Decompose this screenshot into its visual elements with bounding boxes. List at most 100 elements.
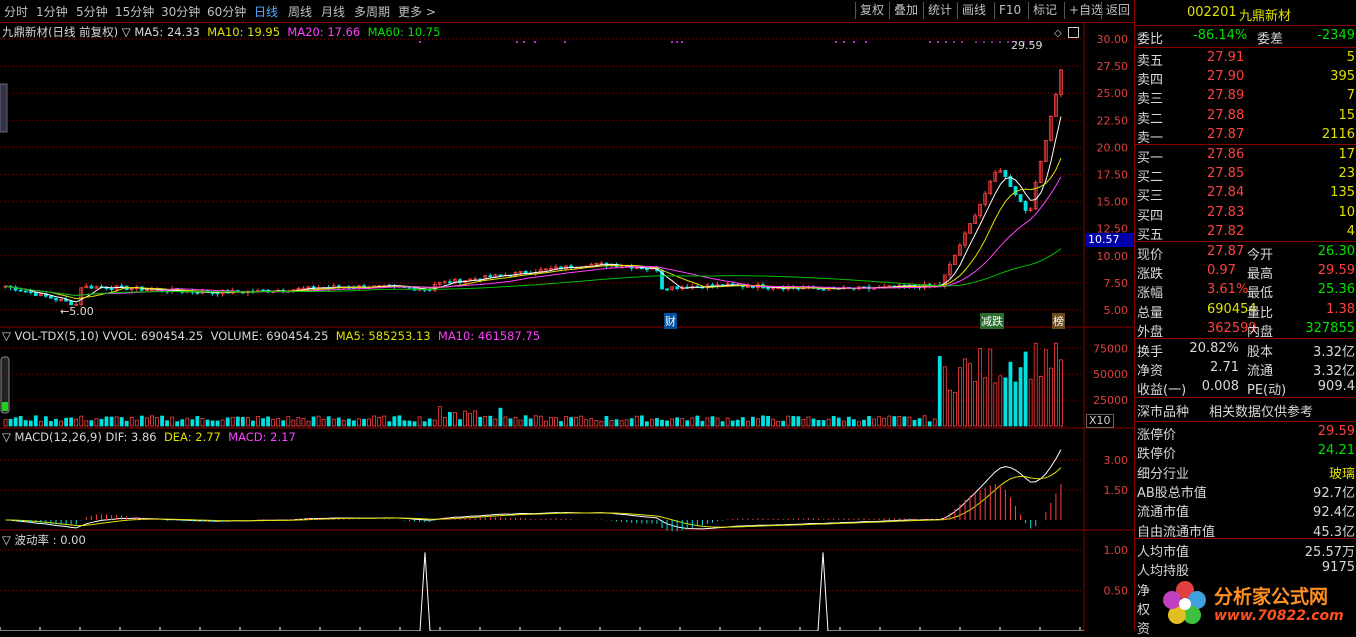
stat-label: 涨幅 (1137, 286, 1164, 302)
volume-bar (988, 348, 993, 427)
volume-bar (215, 420, 220, 427)
ask-row: 卖四 27.90 395 (1135, 68, 1356, 88)
y-tick-label: 25.00 (1097, 87, 1129, 100)
reduce-marker[interactable]: 减跌 (980, 313, 1004, 329)
volume-bar (8, 418, 13, 427)
volume-bar (1028, 378, 1033, 427)
volume-bar (498, 407, 503, 427)
volume-bar (513, 416, 518, 427)
volume-bar (38, 420, 43, 427)
mark-button[interactable]: 标记 (1028, 2, 1061, 19)
candle-body (1018, 194, 1023, 202)
bid-label: 买二 (1137, 170, 1164, 186)
collapse-triangle-icon[interactable]: ▽ (2, 430, 11, 444)
volume-bar (301, 418, 306, 427)
stat-row: 总量 690454 量比 1.38 (1135, 301, 1356, 321)
macd-title-row: ▽ MACD(12,26,9) DIF: 3.86 DEA: 2.77 MACD… (2, 430, 296, 444)
period-tab-15min[interactable]: 15分钟 (115, 3, 154, 20)
bid-price: 27.84 (1207, 185, 1245, 201)
weibi-label: 委比 (1137, 32, 1164, 47)
volume-bar (326, 416, 331, 427)
volume-bar (134, 419, 139, 427)
volume-bar (902, 416, 907, 427)
candle-body (644, 268, 649, 271)
stat-label: 现价 (1137, 248, 1164, 263)
volume-bar (655, 418, 659, 427)
draw-button[interactable]: 画线 (957, 2, 990, 19)
chart-area[interactable]: 30.0027.5025.0022.5020.0017.5015.0012.50… (0, 22, 1133, 631)
candle-body (18, 289, 23, 292)
volume-bar (463, 410, 467, 427)
stock-header: 002201 九鼎新材 (1135, 4, 1356, 24)
fuquan-button[interactable]: 复权 (855, 2, 888, 19)
volume-bar (281, 420, 286, 427)
scroll-handle[interactable] (0, 83, 8, 133)
list-marker[interactable]: 榜 (1052, 313, 1065, 329)
collapse-triangle-icon[interactable]: ▽ (122, 25, 131, 39)
signal-dot (835, 41, 837, 43)
macd-value-label: MACD: 2.17 (228, 430, 296, 444)
volume-bar (13, 417, 18, 427)
volume-bar (397, 415, 402, 427)
period-tab-daily[interactable]: 日线 (254, 3, 278, 20)
period-tab-more[interactable]: 更多 > (398, 3, 436, 20)
period-tab-60min[interactable]: 60分钟 (207, 3, 246, 20)
vol-ma10-label: MA10: 461587.75 (437, 329, 541, 343)
candle-body (54, 297, 58, 301)
bid-label: 买三 (1137, 189, 1164, 205)
period-tab-monthly[interactable]: 月线 (321, 3, 345, 20)
weibi-row: 委比 -86.14% 委差 -2349 (1135, 27, 1356, 47)
period-tab-fenshi[interactable]: 分时 (4, 3, 28, 20)
volume-bar (1008, 361, 1013, 427)
volatility-title: 波动率 : 0.00 (14, 533, 86, 547)
volume-bar (367, 418, 372, 427)
back-button[interactable]: 返回 (1101, 2, 1134, 19)
f10-button[interactable]: F10 (994, 2, 1025, 19)
divider (1135, 144, 1356, 145)
ask-volume: 7 (1346, 88, 1355, 104)
expand-box-icon[interactable] (1068, 27, 1079, 38)
volume-bar (271, 418, 276, 427)
period-tab-1min[interactable]: 1分钟 (36, 3, 68, 20)
candle-body (498, 274, 503, 277)
limit-label: 流通市值 (1137, 505, 1190, 521)
limit-value: 92.7亿 (1313, 485, 1355, 501)
bid-volume: 23 (1338, 166, 1355, 182)
volume-bar (594, 420, 599, 427)
signal-dot (975, 41, 977, 43)
financial-report-marker[interactable]: 财 (664, 313, 677, 329)
fin-value: 0.008 (1201, 379, 1239, 395)
collapse-triangle-icon[interactable]: ▽ (2, 329, 11, 343)
collapse-triangle-icon[interactable]: ▽ (2, 533, 11, 547)
volume-bar (377, 416, 382, 427)
volume-bar (478, 416, 483, 427)
volume-bar (710, 416, 715, 427)
volume-bar (751, 416, 755, 427)
volume-bar (589, 418, 594, 427)
bid-label: 买五 (1137, 227, 1164, 243)
volume-bar (791, 416, 796, 427)
ask-label: 卖五 (1137, 54, 1164, 69)
bid-volume: 10 (1338, 204, 1355, 220)
volume-bar (28, 420, 33, 427)
volume-bar (407, 420, 412, 427)
volume-bar (907, 416, 912, 427)
period-tab-weekly[interactable]: 周线 (288, 3, 312, 20)
period-tab-5min[interactable]: 5分钟 (76, 3, 108, 20)
volume-bar (533, 415, 538, 427)
stats-button[interactable]: 统计 (923, 2, 956, 19)
volume-bar (210, 420, 215, 427)
fin-row: 换手 20.82% 股本 3.32亿 (1135, 340, 1356, 360)
fin-label: PE(动) (1247, 383, 1287, 399)
period-tab-30min[interactable]: 30分钟 (161, 3, 200, 20)
candle-body (1013, 186, 1018, 196)
volume-bar (185, 417, 190, 427)
volume-bar (776, 421, 781, 427)
candle-body (766, 287, 770, 290)
stat-label: 量比 (1247, 305, 1274, 321)
volume-bar (235, 416, 240, 427)
candle-body (447, 281, 452, 284)
overlay-button[interactable]: 叠加 (889, 2, 922, 19)
divider (1135, 338, 1356, 339)
period-tab-multi[interactable]: 多周期 (354, 3, 390, 20)
